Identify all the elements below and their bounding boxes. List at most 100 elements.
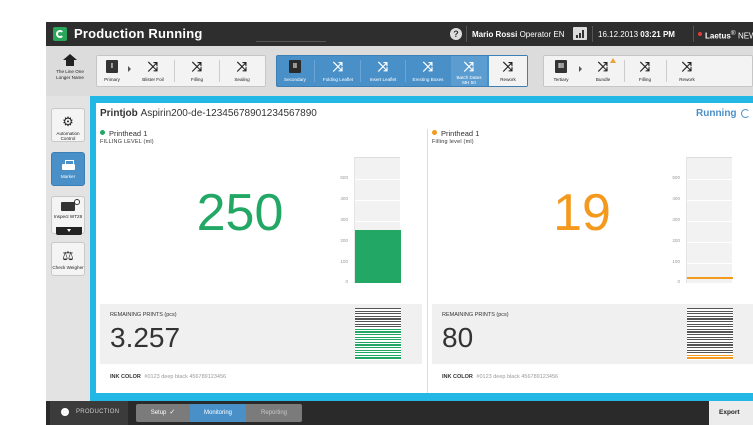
shuffle-icon: ⤨ (681, 59, 693, 74)
brand-mark-icon (698, 32, 702, 36)
check-icon: ✓ (169, 409, 176, 416)
tick-label: 0 (677, 279, 680, 284)
step-label: Setup (150, 410, 167, 416)
station-toolbar: The Line One Longer Name I Primary ⤨ Bli… (46, 46, 753, 96)
ink-color-value: #0123 deep black 456789123456 (476, 374, 559, 380)
stack-line (355, 310, 401, 312)
nav-label: Marker (60, 174, 76, 179)
stack-line (687, 326, 733, 328)
printer-icon (61, 160, 75, 171)
signal-icon[interactable] (573, 27, 587, 40)
divider (666, 60, 667, 82)
language: EN (553, 30, 565, 39)
help-button[interactable]: ? (450, 28, 462, 40)
erecting-boxes-button[interactable]: ⤨ Erecting Boxes (407, 56, 449, 86)
shuffle-icon: ⤨ (639, 59, 651, 74)
secondary-tile-icon: II (289, 60, 301, 73)
production-button[interactable]: PRODUCTION (50, 401, 128, 425)
secondary-group: II Secondary ⤨ Folding Leaflet ⤨ Insert … (276, 55, 528, 87)
sealing-button[interactable]: ⤨ Sealing (222, 56, 262, 86)
tertiary-button[interactable]: III Tertiary (544, 56, 578, 86)
title-underline (256, 41, 326, 42)
stack-line (687, 308, 733, 310)
left-nav: ⚙ Automation Control Marker Inspect WT28… (46, 96, 90, 401)
gauge-level-line (687, 277, 733, 279)
nav-item-check-weigher[interactable]: ⚖ Check Weigher (51, 242, 85, 276)
line-name: The Line One Longer Name (56, 69, 84, 80)
gear-icon (61, 408, 69, 416)
separator (592, 26, 593, 42)
separator (693, 26, 694, 42)
bundle-label: Bundle (595, 77, 611, 82)
chevron-down-icon[interactable] (56, 227, 82, 235)
stack-line (355, 321, 401, 323)
printjob-panel: Printjob Aspirin200-de-12345678901234567… (96, 103, 753, 393)
shuffle-icon: ⤨ (377, 59, 389, 74)
filling-gauge (354, 157, 401, 283)
primary-button[interactable]: I Primary (97, 56, 127, 86)
primary-tile-icon: I (106, 60, 118, 73)
tick-label: 100 (340, 259, 348, 264)
rework-label: Rework (500, 77, 516, 82)
stack-line (687, 334, 733, 336)
printhead-panel: Printhead 1 Filling level (ml) 19 500 40… (432, 129, 753, 393)
home-button[interactable]: The Line One Longer Name (52, 51, 88, 91)
stack-line (355, 326, 401, 328)
printjob-title: Printjob Aspirin200-de-12345678901234567… (100, 108, 317, 119)
blister-foil-button[interactable]: ⤨ Blister Foil (133, 56, 173, 86)
remaining-prints-label: REMAINING PRINTS (pcs) (110, 312, 177, 318)
nav-item-inspect[interactable]: Inspect WT28 (51, 196, 85, 235)
filling-button[interactable]: ⤨ Filling (626, 56, 664, 86)
nav-item-automation-control[interactable]: ⚙ Automation Control (51, 108, 85, 142)
tick-label: 400 (672, 196, 680, 201)
secondary-button[interactable]: II Secondary (277, 56, 313, 86)
divider (360, 60, 361, 82)
shuffle-icon: ⤨ (236, 59, 248, 74)
batch-dates-button[interactable]: ⤨ Batch Dates MH 50 (451, 56, 487, 86)
user-info[interactable]: Mario Rossi Operator EN (472, 30, 565, 39)
stack-line (687, 357, 733, 359)
user-role: Operator (519, 30, 552, 39)
export-button[interactable]: Export (709, 401, 753, 425)
step-reporting[interactable]: Reporting (246, 404, 302, 422)
stack-line (355, 336, 401, 338)
shuffle-icon: ⤨ (502, 59, 514, 74)
tick-label: 0 (345, 279, 348, 284)
camera-icon (61, 199, 80, 211)
filling-label: Filling (191, 77, 203, 82)
app-title: Production Running (74, 26, 203, 41)
step-setup[interactable]: Setup ✓ (136, 404, 190, 422)
rework-button[interactable]: ⤨ Rework (668, 56, 706, 86)
app-logo-icon[interactable] (53, 27, 67, 41)
tick-label: 200 (672, 238, 680, 243)
nav-item-marker[interactable]: Marker (51, 152, 85, 186)
bundle-button[interactable]: ⤨ Bundle (584, 56, 622, 86)
stack-line (687, 310, 733, 312)
insert-leaflet-button[interactable]: ⤨ Insert Leaflet (362, 56, 404, 86)
step-monitoring[interactable]: Monitoring (190, 404, 246, 422)
spinner-icon (741, 109, 750, 118)
stack-line (355, 323, 401, 325)
divider (405, 60, 406, 82)
remaining-prints-value: 3.257 (110, 322, 181, 353)
rework-label: Rework (679, 77, 695, 82)
date-time: 16.12.2013 03:21 PM (598, 30, 675, 39)
rework-button[interactable]: ⤨ Rework (489, 56, 527, 86)
stack-line (687, 323, 733, 325)
blister-foil-label: Blister Foil (142, 77, 164, 82)
primary-group: I Primary ⤨ Blister Foil ⤨ Filling ⤨ Sea… (96, 55, 266, 87)
divider (624, 60, 625, 82)
scale-icon: ⚖ (62, 248, 74, 263)
date: 16.12.2013 (598, 30, 639, 39)
folding-leaflet-button[interactable]: ⤨ Folding Leaflet (317, 56, 359, 86)
stack-line (687, 354, 733, 356)
stack-line (355, 308, 401, 310)
tick-label: 500 (672, 175, 680, 180)
stack-line (355, 315, 401, 317)
filling-label: Filling (639, 77, 651, 82)
filling-button[interactable]: ⤨ Filling (177, 56, 217, 86)
stack-line (687, 347, 733, 349)
ink-color: INK COLOR #0123 deep black 456789123456 (110, 374, 226, 380)
stack-line (355, 318, 401, 320)
printjob-id: Aspirin200-de-12345678901234567890 (140, 108, 317, 119)
